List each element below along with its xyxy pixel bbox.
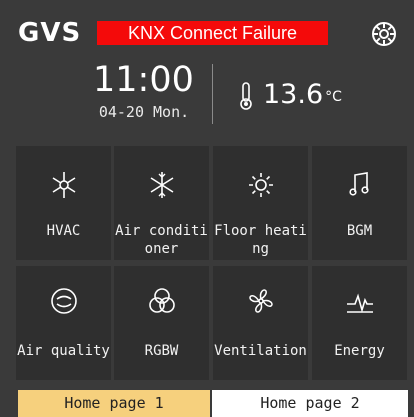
snowflake-sun-icon	[16, 170, 111, 200]
tile-label: Ventilation	[214, 343, 307, 359]
header-bar: GVS KNX Connect Failure	[0, 0, 414, 56]
music-note-icon	[312, 170, 407, 200]
tile-bgm[interactable]: BGM	[312, 146, 407, 260]
sun-icon	[213, 170, 308, 200]
tile-label-line1: Floor heati	[214, 223, 307, 239]
tile-ventilation[interactable]: Ventilation	[213, 266, 308, 380]
connection-alert-banner: KNX Connect Failure	[97, 21, 328, 45]
air-quality-icon	[16, 286, 111, 316]
tile-label: Air conditi oner	[114, 222, 209, 258]
gear-icon[interactable]	[370, 20, 398, 48]
tab-home-page-2[interactable]: Home page 2	[212, 390, 408, 417]
thermometer-icon	[238, 81, 254, 111]
tile-label-line2: oner	[144, 241, 179, 257]
rgb-circles-icon	[114, 286, 209, 316]
tile-label-line1: Air conditi	[115, 223, 208, 239]
tile-label: Energy	[334, 343, 385, 359]
tile-label: Air quality	[17, 343, 110, 359]
temperature-readout: 13.6 °C	[263, 78, 342, 112]
tile-label: BGM	[346, 223, 373, 239]
tile-air-quality[interactable]: Air quality	[16, 266, 111, 380]
tile-air-conditioner[interactable]: Air conditi oner	[114, 146, 209, 260]
temperature-value: 13.6	[263, 79, 324, 110]
tile-energy[interactable]: Energy	[312, 266, 407, 380]
tile-label: RGBW	[144, 343, 179, 359]
tile-label-line2: ng	[252, 241, 269, 257]
tile-hvac[interactable]: HVAC	[16, 146, 111, 260]
energy-pulse-icon	[312, 286, 407, 316]
clock-time: 11:00	[93, 60, 194, 100]
tab-home-page-1[interactable]: Home page 1	[18, 390, 210, 417]
clock-date: 04-20 Mon.	[98, 103, 190, 121]
brand-logo: GVS	[18, 18, 82, 48]
divider	[212, 64, 213, 124]
snowflake-icon	[114, 170, 209, 200]
temperature-unit: °C	[325, 89, 342, 105]
fan-icon	[213, 286, 308, 316]
tile-rgbw[interactable]: RGBW	[114, 266, 209, 380]
tile-label: Floor heati ng	[213, 222, 308, 258]
tile-floor-heating[interactable]: Floor heati ng	[213, 146, 308, 260]
tile-label: HVAC	[46, 223, 81, 239]
